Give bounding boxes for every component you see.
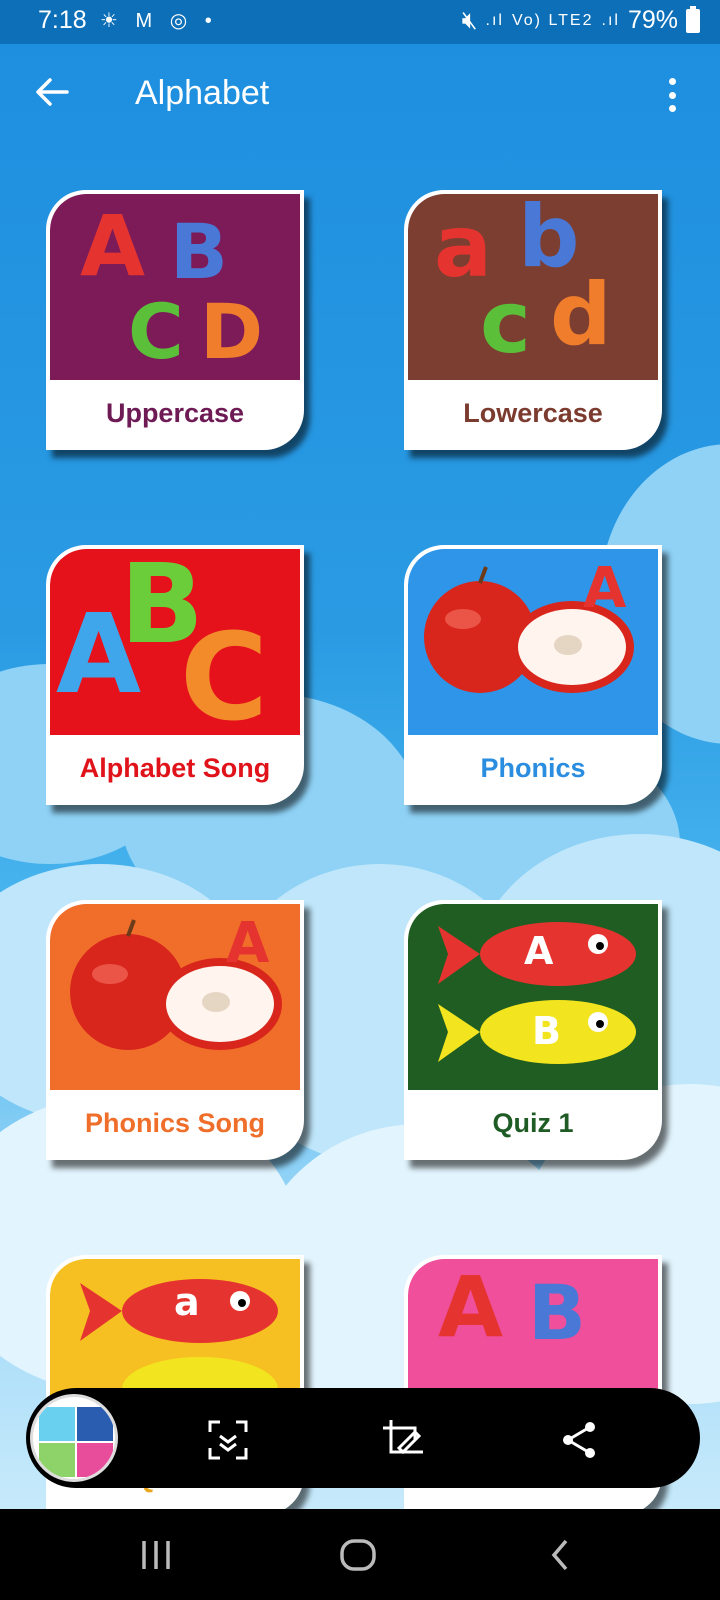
quiz-1-image: A B [408,904,658,1090]
uppercase-image: A B C D [50,194,300,380]
card-label: Phonics [408,735,658,801]
back-nav-icon[interactable] [548,1535,572,1575]
lowercase-image: a b c d [408,194,658,380]
recent-apps-icon[interactable] [138,1535,174,1575]
battery-percent: 79% [627,6,678,34]
alphabet-song-image: A B C [50,549,300,735]
signal-icon-2: .ıl [601,11,620,29]
page-title: Alphabet [135,74,270,112]
status-bar: 7:18 ☀ M ◎ • 🔇︎ .ıl Vo) LTE2 .ıl 79% [0,0,720,44]
card-label: Alphabet Song [50,735,300,801]
card-uppercase[interactable]: A B C D Uppercase [46,190,304,450]
screenshot-toolbar [26,1388,700,1488]
card-phonics[interactable]: A Phonics [404,545,662,805]
signal-icon: .ıl [485,11,504,29]
more-options-icon[interactable] [666,78,678,112]
card-alphabet-song[interactable]: A B C Alphabet Song [46,545,304,805]
system-nav-bar [0,1509,720,1600]
mute-icon: 🔇︎ [461,6,478,34]
home-icon[interactable] [338,1535,378,1575]
card-label: Uppercase [50,380,300,446]
card-phonics-song[interactable]: A Phonics Song [46,900,304,1160]
share-icon[interactable] [558,1418,602,1462]
notification-icons: ☀ M ◎ • [100,10,218,32]
card-quiz-1[interactable]: A B Quiz 1 [404,900,662,1160]
card-label: Phonics Song [50,1090,300,1156]
card-lowercase[interactable]: a b c d Lowercase [404,190,662,450]
battery-icon [686,5,700,33]
status-time: 7:18 [38,6,87,34]
card-label: Quiz 1 [408,1090,658,1156]
phonics-image: A [408,549,658,735]
scroll-capture-icon[interactable] [206,1418,250,1462]
crop-edit-icon[interactable] [381,1418,425,1462]
phonics-song-image: A [50,904,300,1090]
card-label: Lowercase [408,380,658,446]
back-arrow-icon[interactable] [34,74,70,110]
network-label: Vo) LTE2 [511,11,594,29]
screenshot-thumbnail[interactable] [30,1394,118,1482]
